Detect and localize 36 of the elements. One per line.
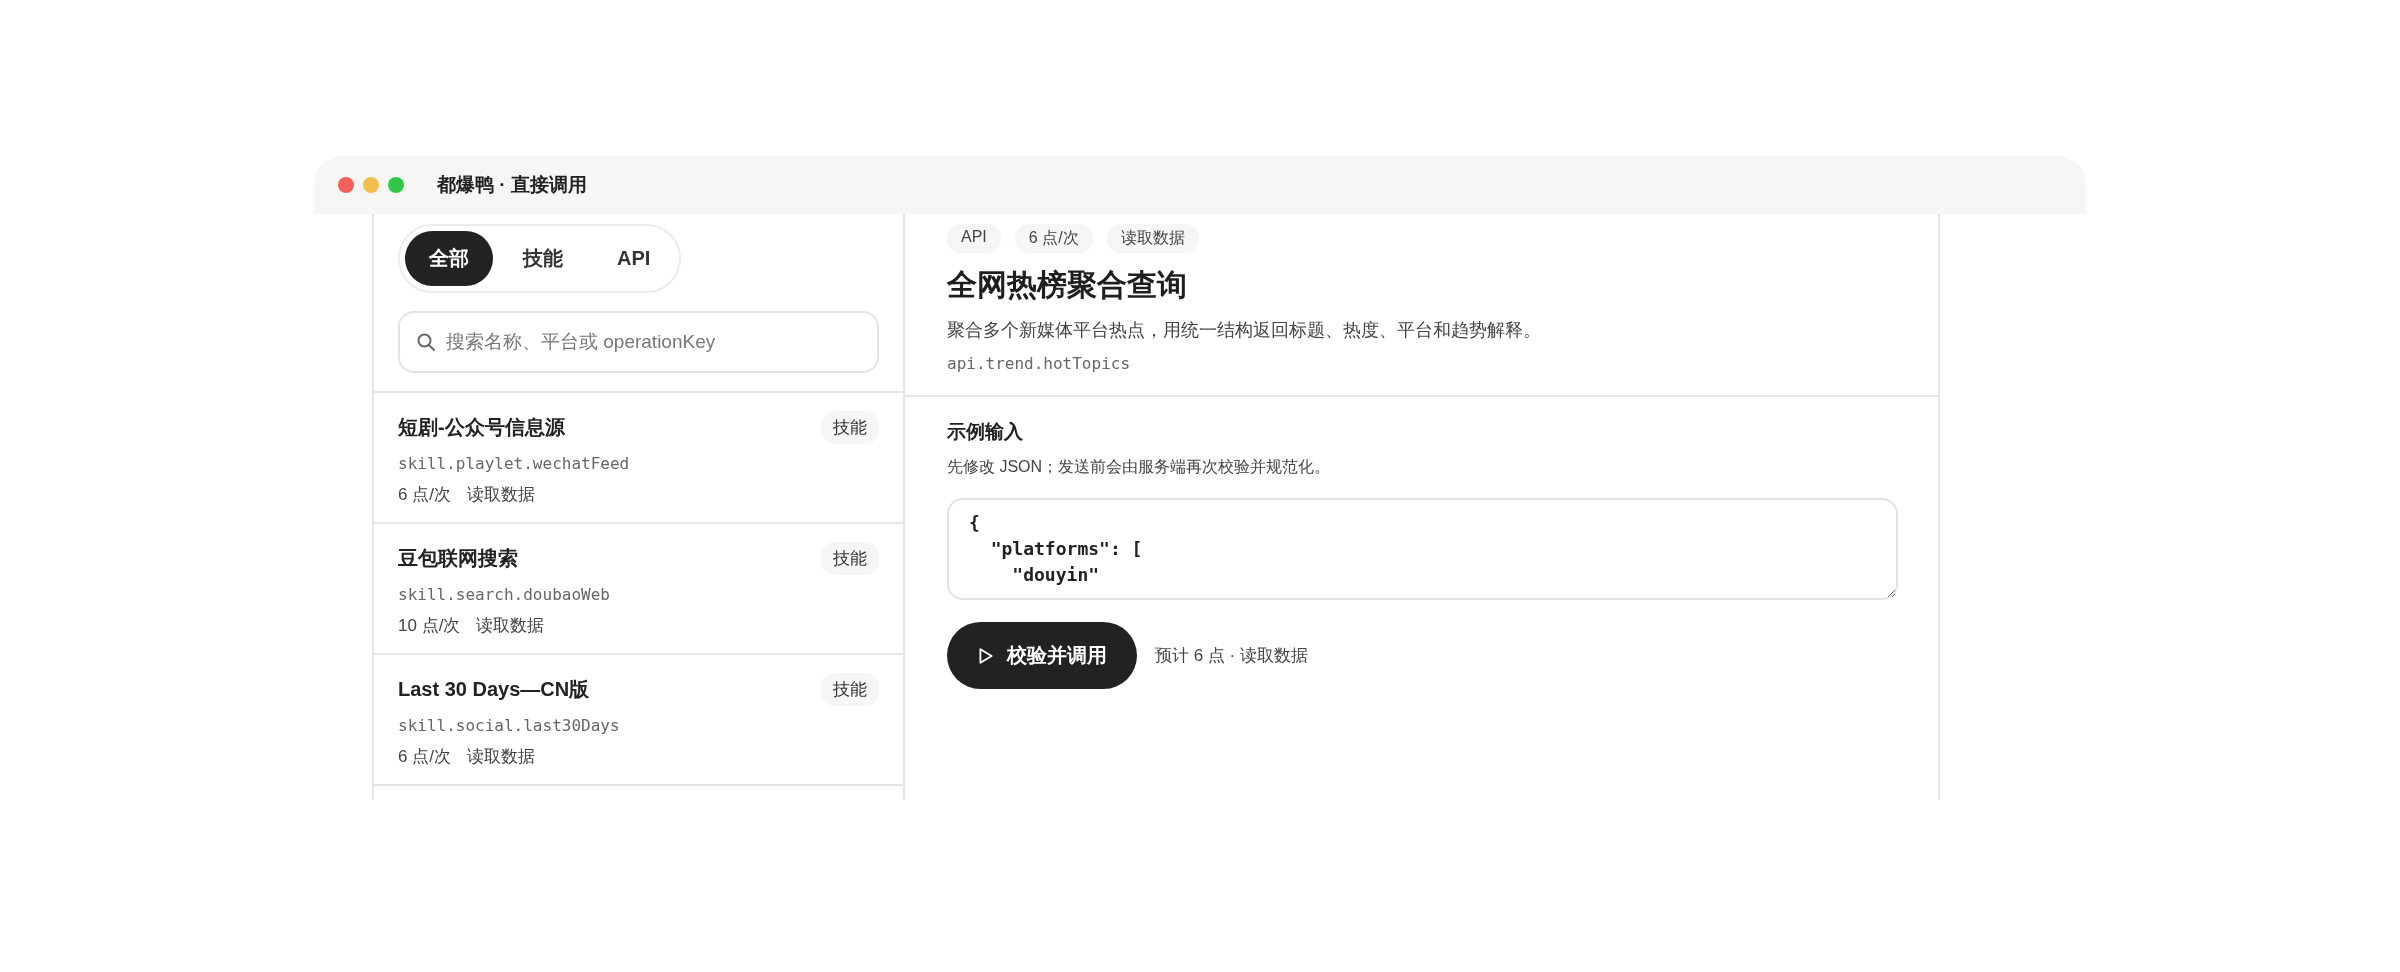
price-text: 6 点/次: [398, 484, 451, 506]
json-input-field[interactable]: { "platforms": [ "douyin": [947, 498, 1898, 601]
type-tag: 技能: [821, 411, 879, 444]
item-title[interactable]: 短剧-公众号信息源: [398, 414, 565, 441]
play-icon: [977, 646, 995, 665]
operation-key: api.trend.hotTopics: [947, 354, 1131, 373]
minimize-button[interactable]: [363, 177, 379, 193]
operation-key: skill.playlet.wechatFeed: [398, 454, 879, 473]
window-title: 都爆鸭 · 直接调用: [437, 173, 587, 197]
info-chip: 读取数据: [1106, 224, 1199, 253]
price-text: 10 点/次: [398, 615, 461, 637]
info-chip: 6 点/次: [1014, 224, 1093, 253]
maximize-button[interactable]: [388, 177, 404, 193]
type-tag: 技能: [821, 542, 879, 575]
detail-description: 聚合多个新媒体平台热点，用统一结构返回标题、热度、平台和趋势解释。: [947, 319, 1541, 342]
search-field[interactable]: 搜索名称、平台或 operationKey: [398, 311, 879, 373]
filter-tab[interactable]: API: [593, 231, 675, 286]
type-tag: 技能: [821, 673, 879, 706]
filter-tab[interactable]: 技能: [499, 231, 587, 286]
hint-text: 先修改 JSON；发送前会由服务端再次校验并规范化。: [947, 457, 1331, 477]
close-button[interactable]: [338, 177, 354, 193]
access-text: 读取数据: [476, 615, 545, 637]
item-title[interactable]: Last 30 Days—CN版: [398, 676, 590, 703]
search-icon: [416, 332, 436, 352]
run-button[interactable]: 校验并调用: [947, 622, 1137, 690]
operation-key: skill.social.last30Days: [398, 716, 879, 735]
access-text: 读取数据: [466, 746, 535, 768]
section-heading: 示例输入: [947, 420, 1023, 444]
operation-key: skill.search.doubaoWeb: [398, 585, 879, 604]
price-text: 6 点/次: [398, 746, 451, 768]
estimate-text: 预计 6 点 · 读取数据: [1155, 645, 1308, 668]
filter-tab[interactable]: 全部: [405, 231, 493, 286]
info-chip: API: [947, 224, 1001, 253]
access-text: 读取数据: [466, 484, 535, 506]
detail-title: 全网热榜聚合查询: [947, 267, 1187, 303]
item-title[interactable]: 豆包联网搜索: [398, 545, 518, 572]
